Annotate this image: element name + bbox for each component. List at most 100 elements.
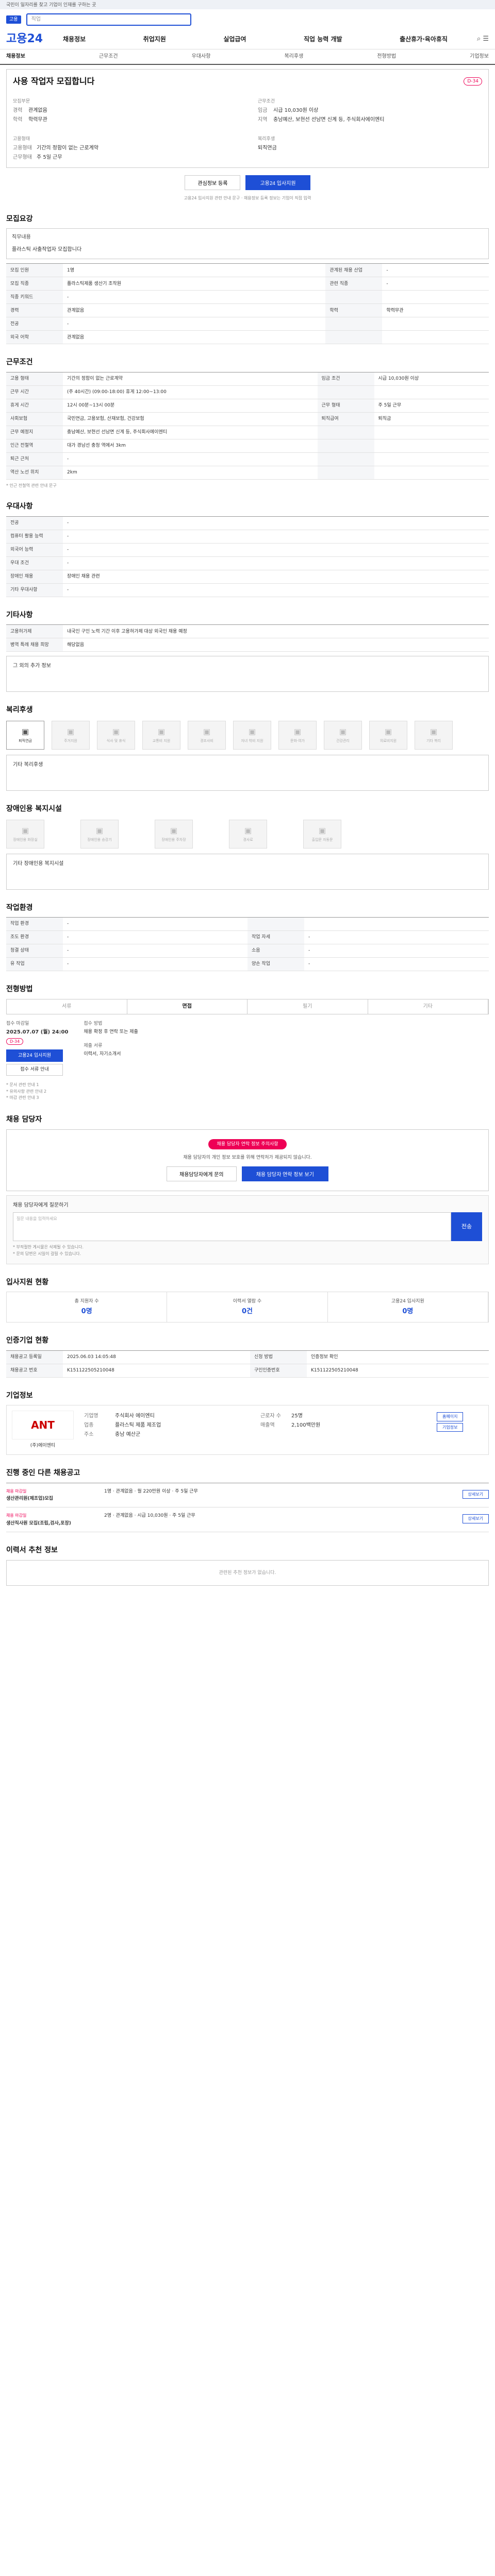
- related-item[interactable]: 채용 마감일 생산직사원 모집(조립,검사,포장) 2명 · 관계없음 · 시급 …: [6, 1507, 489, 1533]
- method-tab-docs[interactable]: 서류: [7, 999, 127, 1014]
- nav-leave[interactable]: 출산휴가·육아휴직: [400, 35, 448, 44]
- related-detail-button[interactable]: 상세보기: [462, 1514, 489, 1523]
- section-method: 전형방법: [6, 985, 33, 994]
- section-env: 작업환경: [6, 903, 33, 912]
- table-header-cell: 양손 작업: [248, 957, 304, 972]
- tab-company[interactable]: 기업정보: [470, 53, 489, 60]
- qa-send-button[interactable]: 전송: [451, 1212, 482, 1242]
- method-tab-interview[interactable]: 면접: [127, 999, 248, 1014]
- table-row: 전공 -: [6, 317, 489, 331]
- method-tab-written[interactable]: 필기: [248, 999, 368, 1014]
- benefit-icon: ▣: [112, 727, 120, 737]
- benefit-label: 교통비 지원: [152, 739, 171, 743]
- contact-inquiry-button[interactable]: 채용담당자에게 문의: [167, 1166, 237, 1182]
- company-homepage-button[interactable]: 홈페이지: [437, 1412, 464, 1421]
- related-title[interactable]: 생산직사원 모집(조립,검사,포장): [6, 1520, 104, 1527]
- table-cell: [304, 917, 489, 931]
- benefit-item: ▣ 기타 복리: [415, 720, 453, 750]
- tab-welfare[interactable]: 복리후생: [284, 53, 303, 60]
- other-table: 고용허가제 내국인 구인 노력 기간 이후 고용허가제 대상 외국인 채용 예정 병…: [6, 624, 489, 652]
- table-header-cell: 외국 어학: [6, 330, 63, 345]
- table-header-cell: 소음: [248, 944, 304, 958]
- table-cell: 관계없음: [63, 303, 326, 318]
- related-title[interactable]: 생산관리원(제조업)모집: [6, 1496, 104, 1502]
- work-table: 고용 형태 기간의 정함이 없는 근로계약 임금 조건 시급 10,030원 이상 근무…: [6, 371, 489, 480]
- apply-button[interactable]: 고용24 입사지원: [245, 175, 310, 190]
- site-logo[interactable]: 고용24: [6, 31, 63, 47]
- benefit-label: 장애인용 화장실: [13, 837, 38, 842]
- benefit-icon: ▣: [430, 727, 438, 737]
- benefit-label: 장애인용 주차장: [161, 837, 186, 842]
- table-header-cell: 휴게 시간: [6, 399, 63, 413]
- table-cell: -: [63, 583, 489, 597]
- job-summary: 사용 작업자 모집합니다 D-34 모집부문 경력 관계없음 학력 학력무관 고용형…: [6, 69, 489, 168]
- table-row: 퇴근 근처 -: [6, 452, 489, 466]
- search-input[interactable]: 직업: [26, 13, 191, 26]
- benefit-item: ▣ 교통비 지원: [142, 720, 180, 750]
- topbar-text: 국민이 일자리를 찾고 기업이 인재를 구하는 곳: [6, 3, 96, 8]
- table-cell: 인증정보 확인: [306, 1350, 489, 1364]
- tab-pref[interactable]: 우대사항: [192, 53, 211, 60]
- nav-support[interactable]: 취업지원: [143, 35, 166, 44]
- table-header-cell: 인근 전철역: [6, 439, 63, 453]
- table-cell: -: [63, 317, 326, 331]
- benefit-icon: ▣: [293, 727, 302, 737]
- table-header-cell: 모집 인원: [6, 263, 63, 278]
- method-value: 채용 확정 후 연락 또는 제출: [84, 1029, 138, 1035]
- nav-training[interactable]: 직업 능력 개발: [304, 35, 342, 44]
- table-cell: -: [63, 944, 248, 958]
- tab-work[interactable]: 근무조건: [99, 53, 118, 60]
- table-cell: 기간의 정함이 없는 근로계약: [63, 372, 318, 386]
- search-tag: 고용: [6, 15, 21, 24]
- table-cell: 플라스틱제품 생산기 조작원: [63, 277, 326, 291]
- section-pref: 우대사항: [6, 502, 33, 511]
- table-header-cell: [317, 385, 374, 399]
- deadline-date: 2025.07.07 (월) 24:00: [6, 1029, 69, 1036]
- benefit-item: ▣ 장애인용 화장실: [6, 819, 44, 849]
- nav-benefit[interactable]: 실업급여: [223, 35, 246, 44]
- method-apply-button[interactable]: 고용24 입사지원: [6, 1049, 63, 1062]
- related-detail-button[interactable]: 상세보기: [462, 1489, 489, 1499]
- method-tab-etc[interactable]: 기타: [368, 999, 488, 1014]
- table-cell: 학력무관: [382, 303, 489, 318]
- related-tag: 채용 마감일: [6, 1488, 27, 1494]
- table-header-cell: 장애인 채용: [6, 570, 63, 584]
- table-cell: [382, 317, 489, 331]
- search-row: 고용 직업: [0, 9, 495, 30]
- benefit-icon: ▣: [21, 727, 29, 737]
- summary-value: 관계없음: [28, 107, 47, 113]
- table-header-cell: 채용공고 번호: [6, 1364, 63, 1378]
- benefit-icon: ▣: [318, 825, 326, 835]
- nav-jobs[interactable]: 채용정보: [63, 35, 86, 44]
- deadline-area: 접수 마감일 2025.07.07 (월) 24:00 D-34 고용24 입사…: [6, 1021, 489, 1076]
- qa-textarea[interactable]: 질문 내용을 입력하세요: [13, 1212, 451, 1242]
- tab-method[interactable]: 전형방법: [377, 53, 396, 60]
- table-cell: [374, 385, 489, 399]
- benefit-icon: ▣: [170, 825, 178, 835]
- table-row: 모집 직종 플라스틱제품 생산기 조작원 관련 직종 -: [6, 277, 489, 291]
- submit-value: 이력서, 자기소개서: [84, 1052, 121, 1057]
- dday-badge: D-34: [464, 77, 482, 86]
- table-header-cell: [325, 290, 383, 304]
- summary-key: 경력: [13, 107, 23, 113]
- section-stats: 입사지원 현황: [6, 1278, 49, 1286]
- table-cell: -: [304, 930, 489, 945]
- scrap-button[interactable]: 관심정보 등록: [185, 175, 241, 190]
- table-header-cell: 외국어 능력: [6, 543, 63, 557]
- table-header-cell: 우대 조건: [6, 556, 63, 570]
- method-docs-button[interactable]: 접수 서류 안내: [6, 1064, 63, 1076]
- benefit-item: ▣ 장애인용 승강기: [80, 819, 119, 849]
- table-header-cell: 관련 직종: [325, 277, 383, 291]
- summary-value: 시급 10,030원 이상: [273, 107, 319, 113]
- contact-info-button[interactable]: 채용 담당자 연락 정보 보기: [241, 1166, 328, 1182]
- summary-key: 근무형태: [13, 154, 32, 160]
- tab-recruit[interactable]: 채용정보: [6, 53, 25, 60]
- benefit-item: ▣ 장애인용 주차장: [155, 819, 193, 849]
- table-header-cell: [325, 330, 383, 345]
- menu-icon[interactable]: ⌕ ☰: [448, 35, 489, 44]
- company-info-button[interactable]: 기업정보: [437, 1422, 464, 1432]
- table-header-cell: 고용 형태: [6, 372, 63, 386]
- topbar: 국민이 일자리를 찾고 기업이 인재를 구하는 곳: [0, 0, 495, 9]
- table-header-cell: 임금 조건: [317, 372, 374, 386]
- related-item[interactable]: 채용 마감일 생산관리원(제조업)모집 1명 · 관계없음 · 월 220만원 이…: [6, 1483, 489, 1508]
